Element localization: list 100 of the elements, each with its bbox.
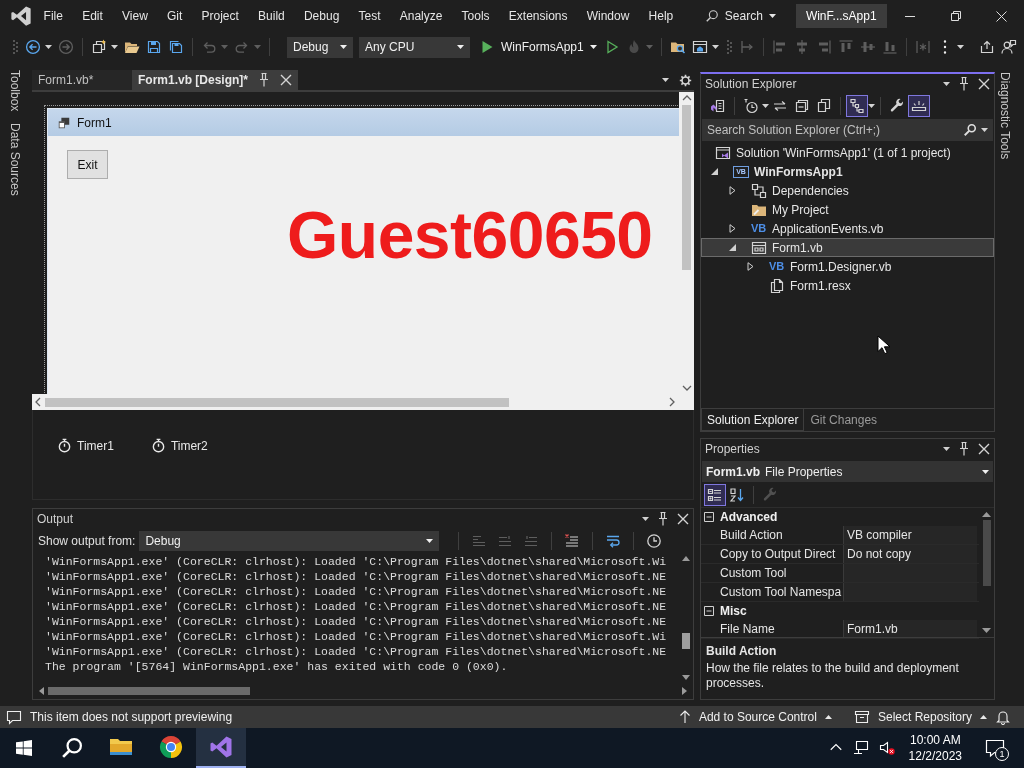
side-tab[interactable]: Toolbox (8, 70, 22, 112)
object-selector[interactable]: Form1.vb File Properties (702, 461, 993, 482)
scroll-up-icon[interactable] (982, 512, 991, 517)
sync-arrows-icon[interactable] (772, 98, 788, 114)
close-icon[interactable] (978, 78, 990, 90)
pin-icon[interactable] (958, 442, 970, 456)
scroll-down-icon[interactable] (681, 385, 692, 391)
ribbon-app-icon[interactable] (209, 735, 233, 759)
caret-icon[interactable] (711, 45, 719, 49)
browser-window-icon[interactable] (691, 39, 708, 55)
hierarchy-icon[interactable] (846, 95, 868, 117)
restore-icon[interactable] (950, 11, 961, 21)
word-wrap-icon[interactable] (605, 533, 622, 549)
clock[interactable]: 10:00 AM 12/2/2023 (908, 732, 962, 764)
configuration-dropdown[interactable]: Debug (287, 36, 353, 58)
grip-icon[interactable] (725, 39, 732, 55)
panel-tab[interactable]: Git Changes (804, 409, 884, 431)
collapse-box-icon[interactable] (704, 512, 714, 522)
caret-icon[interactable] (642, 517, 649, 521)
caret-icon[interactable] (45, 45, 52, 49)
pin-icon[interactable] (657, 512, 669, 526)
menu-item[interactable]: Analyze (390, 9, 452, 23)
share-icon[interactable] (979, 39, 995, 55)
menu-item[interactable]: Tools (452, 9, 500, 23)
caret-icon[interactable] (868, 104, 875, 108)
person-speech-icon[interactable] (1001, 39, 1017, 55)
wrench-icon[interactable] (889, 98, 905, 114)
scroll-right-icon[interactable] (669, 397, 675, 407)
caret-icon[interactable] (589, 45, 597, 49)
menu-item[interactable]: Git (157, 9, 192, 23)
clock-icon[interactable] (743, 98, 759, 114)
light-bar-icon[interactable] (908, 95, 930, 117)
expanded-arrow-icon[interactable] (729, 244, 736, 251)
network-icon[interactable] (852, 740, 869, 756)
taskbar-app[interactable] (196, 728, 246, 768)
document-list-icon[interactable] (710, 98, 726, 114)
muted-speaker-icon[interactable] (878, 740, 895, 756)
caret-icon[interactable] (340, 45, 347, 49)
stacked-pages-icon[interactable] (816, 98, 832, 114)
scroll-up-icon[interactable] (682, 556, 690, 561)
search-field[interactable]: Search Solution Explorer (Ctrl+;) (702, 119, 993, 141)
scrollbar-thumb[interactable] (682, 633, 690, 649)
grip-icon[interactable] (12, 39, 18, 55)
notification-icon[interactable] (985, 738, 1005, 758)
close-icon[interactable] (677, 513, 689, 525)
menu-item[interactable]: Window (577, 9, 639, 23)
tree-item[interactable]: VB Form1.Designer.vb (701, 257, 994, 276)
caret-icon[interactable] (457, 45, 464, 49)
collapsed-arrow-icon[interactable] (747, 262, 754, 271)
document-tab[interactable]: Form1.vb* (32, 70, 132, 90)
scrollbar-thumb[interactable] (48, 687, 250, 695)
clock-icon[interactable] (646, 533, 663, 549)
tree-item[interactable]: VB ApplicationEvents.vb (701, 219, 994, 238)
menu-item[interactable]: Build (248, 9, 295, 23)
output-source-dropdown[interactable]: Debug (139, 531, 440, 551)
menu-item[interactable]: Help (638, 9, 683, 23)
menu-item[interactable]: Extensions (499, 9, 578, 23)
menu-item[interactable]: Test (348, 9, 391, 23)
component-item[interactable]: Timer1 (57, 438, 114, 453)
side-tab[interactable]: Data Sources (8, 123, 22, 197)
scroll-up-icon[interactable] (681, 95, 692, 101)
tree-item[interactable]: Dependencies (701, 181, 994, 200)
scroll-right-icon[interactable] (682, 687, 687, 695)
document-tab[interactable]: Form1.vb [Design]* (132, 70, 298, 90)
caret-up-icon[interactable] (824, 715, 832, 719)
tree-item[interactable]: My Project (701, 200, 994, 219)
scrollbar-thumb[interactable] (682, 105, 691, 270)
menu-item[interactable]: Project (191, 9, 249, 23)
caret-icon[interactable] (768, 14, 776, 18)
search-icon[interactable] (704, 9, 719, 23)
search-icon[interactable] (963, 123, 977, 137)
component-item[interactable]: Timer2 (150, 438, 208, 453)
close-icon[interactable] (978, 443, 990, 455)
caret-icon[interactable] (111, 45, 118, 49)
horizontal-scrollbar[interactable] (32, 394, 694, 410)
sort-down-icon[interactable] (729, 486, 745, 503)
property-value[interactable]: Do not copy (843, 545, 977, 563)
caret-icon[interactable] (943, 447, 950, 451)
collapsed-arrow-icon[interactable] (729, 186, 736, 195)
search-button[interactable]: Search (704, 9, 776, 23)
source-control-button[interactable]: Add to Source Control (678, 709, 832, 725)
menu-item[interactable]: File (34, 9, 73, 23)
caret-icon[interactable] (426, 539, 434, 543)
form-window[interactable]: Form1 Exit Guest60650 (47, 108, 679, 394)
menu-item[interactable]: View (112, 9, 158, 23)
four-pane-logo-icon[interactable] (16, 740, 32, 756)
save-icon[interactable] (146, 39, 162, 55)
pin-icon[interactable] (958, 77, 970, 91)
caret-up-icon[interactable] (980, 715, 987, 719)
repository-button[interactable]: Select Repository (853, 709, 987, 725)
menu-item[interactable]: Edit (72, 9, 113, 23)
tree-item[interactable]: Form1.resx (701, 276, 994, 295)
scroll-down-icon[interactable] (682, 675, 690, 680)
search-icon[interactable] (62, 738, 82, 758)
app-logo-icon[interactable] (10, 5, 32, 27)
caret-icon[interactable] (956, 45, 964, 49)
settings-icon[interactable] (679, 73, 692, 87)
caret-icon[interactable] (662, 78, 669, 82)
platform-dropdown[interactable]: Any CPU (359, 36, 470, 58)
clear-all-icon[interactable] (564, 533, 581, 549)
